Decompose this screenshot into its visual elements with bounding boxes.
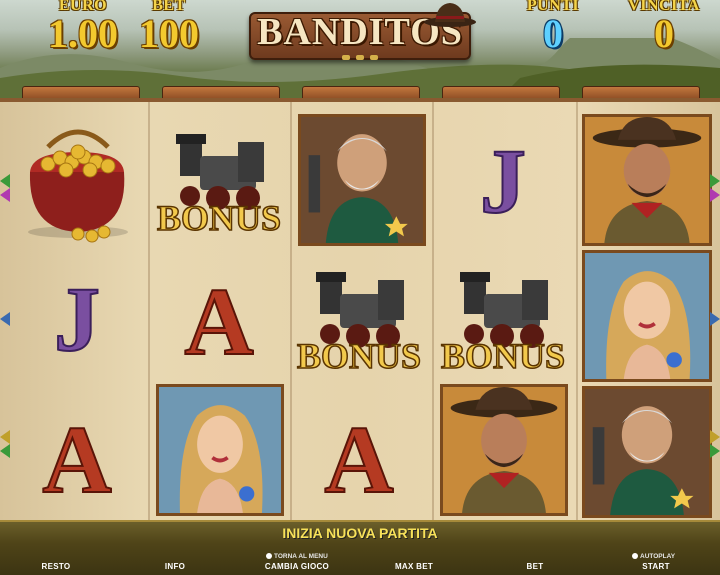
symbol-train-bonus: BONUS <box>290 250 428 386</box>
bonus-text: BONUS <box>297 336 421 376</box>
header: EURO 1.00 BET 100 BANDITOS PUNTI 0 VINCI… <box>0 0 720 98</box>
reel-tab <box>582 86 700 98</box>
symbol-old-bandit <box>298 114 426 246</box>
cambia-gioco-button[interactable]: CAMBIA GIOCO <box>262 562 332 571</box>
bonus-text: BONUS <box>441 336 565 376</box>
payline-marker-right <box>710 444 720 458</box>
payline-marker-left <box>0 174 10 188</box>
symbol-blonde-woman <box>156 384 284 516</box>
resto-button[interactable]: RESTO <box>40 562 72 571</box>
reels-area: J A BONUS A BONUS A J BONUS <box>0 98 720 520</box>
symbol-train-bonus: BONUS <box>150 112 288 248</box>
letter-j-text: J <box>480 130 526 232</box>
bonus-text: BONUS <box>157 198 281 238</box>
bet-stat: BET 100 <box>132 0 206 54</box>
autoplay-toggle[interactable]: AUTOPLAY <box>632 553 675 560</box>
payline-marker-left <box>0 188 10 202</box>
payline-marker-right <box>710 188 720 202</box>
reel-tab <box>22 86 140 98</box>
reel-tab <box>442 86 560 98</box>
symbol-train-bonus: BONUS <box>434 250 572 386</box>
punti-value: 0 <box>543 11 563 56</box>
reel-tab <box>162 86 280 98</box>
euro-value: 1.00 <box>48 11 118 56</box>
torna-al-menu-link[interactable]: TORNA AL MENU <box>266 553 328 560</box>
new-game-button[interactable]: INIZIA NUOVA PARTITA <box>0 525 720 547</box>
symbol-cowboy <box>440 384 568 516</box>
payline-marker-right <box>710 174 720 188</box>
symbol-letter-j: J <box>8 250 146 386</box>
bet-value: 100 <box>139 11 199 56</box>
symbol-letter-a: A <box>290 388 428 524</box>
symbol-letter-a: A <box>8 388 146 524</box>
payline-marker-left <box>0 312 10 326</box>
symbol-letter-j: J <box>434 112 572 248</box>
torna-al-menu-label: TORNA AL MENU <box>274 553 328 560</box>
letter-a-text: A <box>184 268 253 375</box>
payline-marker-right <box>710 312 720 326</box>
symbol-blonde-woman <box>582 250 712 382</box>
payline-marker-left <box>0 430 10 444</box>
payline-marker-right <box>710 430 720 444</box>
control-bar: INIZIA NUOVA PARTITA RESTO INFO TORNA AL… <box>0 520 720 575</box>
max-bet-button[interactable]: MAX BET <box>394 562 434 571</box>
symbol-gold-bag <box>8 112 146 248</box>
symbol-letter-a: A <box>150 250 288 386</box>
reel-divider <box>576 102 578 520</box>
info-button[interactable]: INFO <box>160 562 190 571</box>
symbol-cowboy <box>582 114 712 246</box>
letter-a-text: A <box>324 406 393 513</box>
autoplay-label: AUTOPLAY <box>640 553 676 560</box>
menu-dot-icon <box>266 553 272 560</box>
symbol-old-bandit <box>582 386 712 518</box>
banditos-logo: BANDITOS <box>243 2 477 66</box>
bullets-icon <box>342 55 378 60</box>
reel-header-tabs <box>0 86 720 98</box>
letter-a-text: A <box>42 406 111 513</box>
letter-j-text: J <box>54 268 100 370</box>
bet-button[interactable]: BET <box>524 562 546 571</box>
cowboy-hat-icon <box>424 3 476 27</box>
reel-tab <box>302 86 420 98</box>
euro-stat: EURO 1.00 <box>40 0 126 54</box>
vincita-value: 0 <box>654 11 674 56</box>
payline-marker-left <box>0 444 10 458</box>
punti-stat: PUNTI 0 <box>520 0 586 54</box>
start-button[interactable]: START <box>640 562 672 571</box>
vincita-stat: VINCITA 0 <box>618 0 710 54</box>
autoplay-dot-icon <box>632 553 638 560</box>
